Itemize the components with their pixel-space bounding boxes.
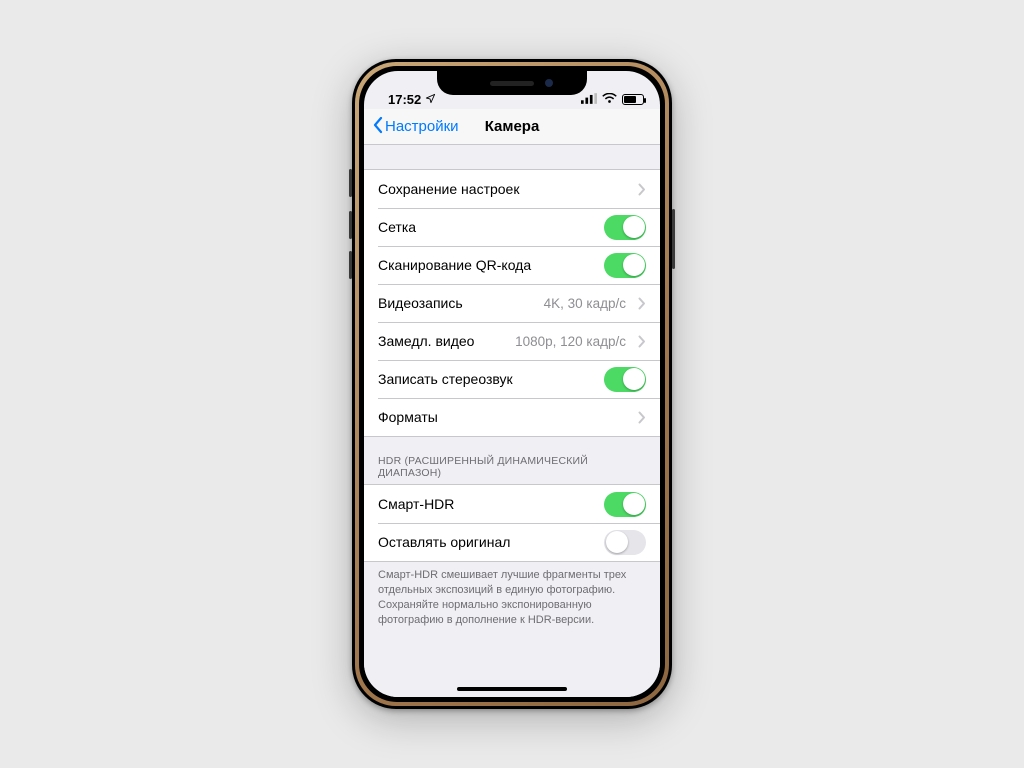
cell-label: Замедл. видео	[378, 333, 515, 349]
location-arrow-icon	[425, 92, 436, 107]
cell-stereo-sound: Записать стереозвук	[364, 360, 660, 398]
section-footer-hdr: Смарт-HDR смешивает лучшие фрагменты тре…	[364, 562, 660, 637]
wifi-icon	[602, 92, 617, 107]
cell-signal-icon	[581, 92, 597, 107]
settings-group-hdr: Смарт-HDR Оставлять оригинал	[364, 484, 660, 562]
settings-content: Сохранение настроек Сетка Сканирование Q…	[364, 145, 660, 697]
front-camera	[545, 79, 553, 87]
chevron-right-icon	[638, 183, 646, 196]
navigation-bar: Настройки Камера	[364, 109, 660, 145]
toggle-stereo-sound[interactable]	[604, 367, 646, 392]
page-title: Камера	[364, 118, 660, 135]
cell-label: Сетка	[378, 219, 604, 235]
cell-preserve-settings[interactable]: Сохранение настроек	[364, 170, 660, 208]
section-header-hdr: HDR (РАСШИРЕННЫЙ ДИНАМИЧЕСКИЙ ДИАПАЗОН)	[364, 437, 660, 484]
cell-label: Сканирование QR-кода	[378, 257, 604, 273]
toggle-keep-original[interactable]	[604, 530, 646, 555]
cell-label: Видеозапись	[378, 295, 544, 311]
cell-detail: 1080p, 120 кадр/с	[515, 334, 626, 349]
phone-frame: 17:52	[352, 59, 672, 709]
chevron-right-icon	[638, 411, 646, 424]
chevron-right-icon	[638, 297, 646, 310]
toggle-scan-qr[interactable]	[604, 253, 646, 278]
cell-label: Оставлять оригинал	[378, 534, 604, 550]
home-indicator[interactable]	[457, 687, 567, 691]
settings-group-camera: Сохранение настроек Сетка Сканирование Q…	[364, 169, 660, 437]
status-time: 17:52	[388, 92, 421, 107]
cell-grid: Сетка	[364, 208, 660, 246]
chevron-right-icon	[638, 335, 646, 348]
toggle-grid[interactable]	[604, 215, 646, 240]
cell-smart-hdr: Смарт-HDR	[364, 485, 660, 523]
notch	[437, 71, 587, 95]
cell-label: Смарт-HDR	[378, 496, 604, 512]
cell-detail: 4K, 30 кадр/с	[544, 296, 626, 311]
cell-label: Сохранение настроек	[378, 181, 638, 197]
screen: 17:52	[364, 71, 660, 697]
cell-slomo-video[interactable]: Замедл. видео 1080p, 120 кадр/с	[364, 322, 660, 360]
cell-label: Форматы	[378, 409, 638, 425]
toggle-smart-hdr[interactable]	[604, 492, 646, 517]
cell-keep-original: Оставлять оригинал	[364, 523, 660, 561]
cell-formats[interactable]: Форматы	[364, 398, 660, 436]
cell-record-video[interactable]: Видеозапись 4K, 30 кадр/с	[364, 284, 660, 322]
cell-scan-qr: Сканирование QR-кода	[364, 246, 660, 284]
battery-icon	[622, 94, 644, 105]
cell-label: Записать стереозвук	[378, 371, 604, 387]
earpiece-speaker	[490, 81, 534, 86]
